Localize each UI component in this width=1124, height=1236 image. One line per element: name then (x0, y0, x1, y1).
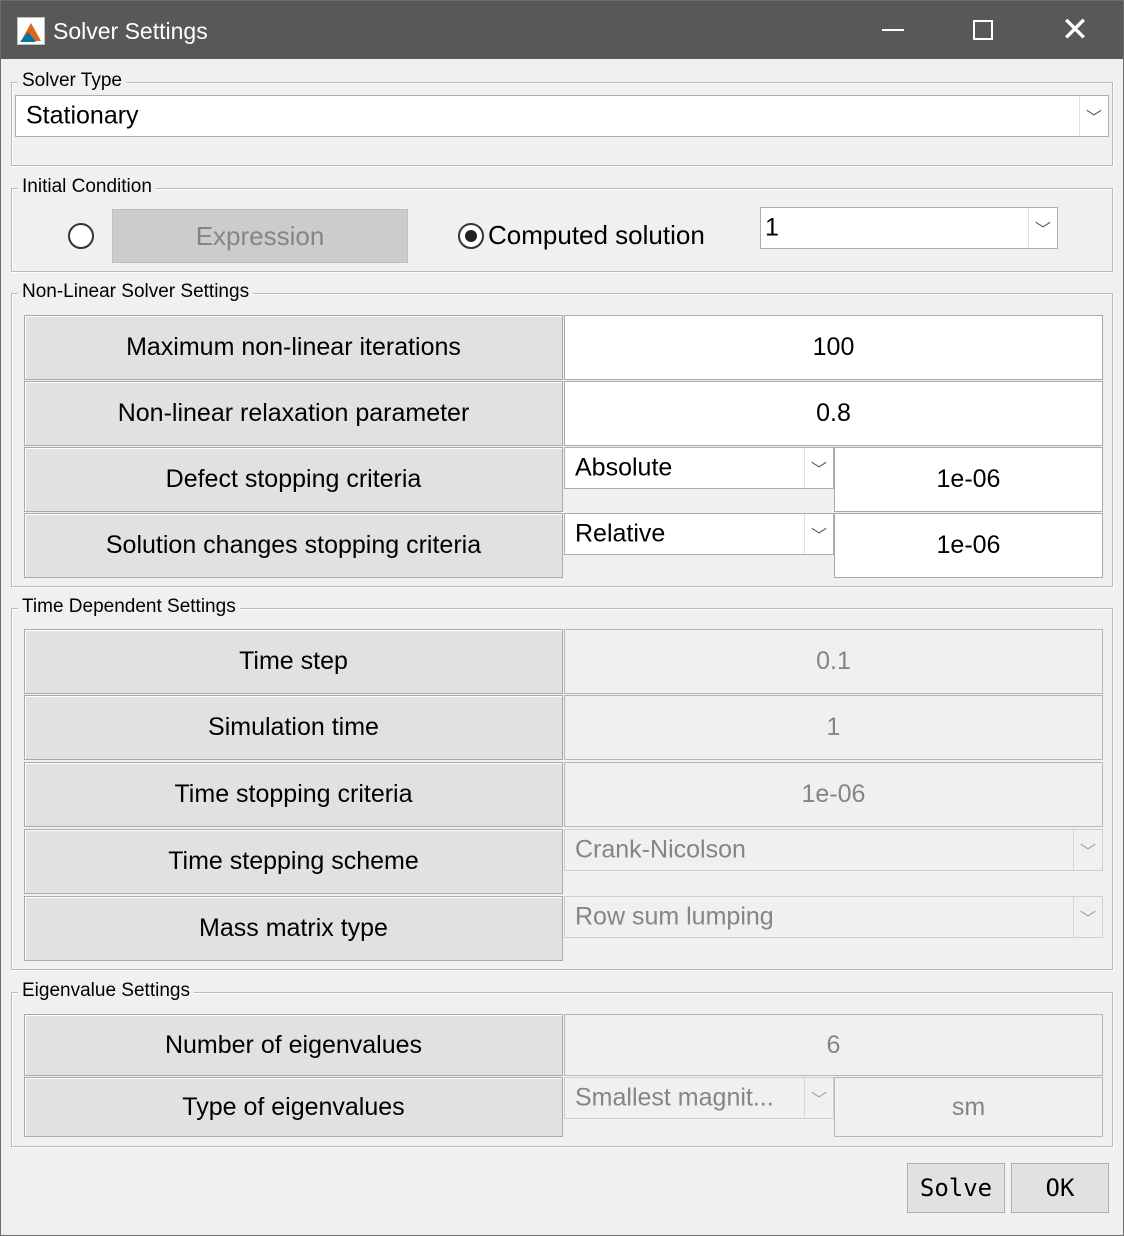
time-stepping-scheme-label: Time stepping scheme (24, 829, 563, 894)
chevron-down-icon: ﹀ (804, 1078, 833, 1118)
nonlinear-legend: Non-Linear Solver Settings (18, 280, 254, 304)
maximize-icon (973, 20, 993, 40)
chevron-down-icon: ﹀ (1079, 96, 1108, 136)
maximize-button[interactable] (937, 1, 1029, 59)
solution-change-stopping-field[interactable]: 1e-06 (834, 513, 1103, 578)
chevron-down-icon: ﹀ (804, 448, 833, 488)
type-of-eigenvalues-label: Type of eigenvalues (24, 1077, 563, 1137)
computed-solution-radio[interactable] (458, 223, 484, 249)
solver-type-legend: Solver Type (18, 69, 126, 93)
simulation-time-field[interactable]: 1 (564, 695, 1103, 760)
max-iterations-label: Maximum non-linear iterations (24, 315, 563, 380)
solver-settings-window: Solver Settings ✕ Solver Type Stationary… (0, 0, 1124, 1236)
number-of-eigenvalues-field[interactable]: 6 (564, 1014, 1103, 1076)
nonlinear-settings-group: Non-Linear Solver Settings Maximum non-l… (11, 280, 1113, 587)
time-dependent-group: Time Dependent Settings Time step 0.1 Si… (11, 595, 1113, 970)
defect-stopping-label: Defect stopping criteria (24, 447, 563, 512)
defect-stopping-mode-select[interactable]: Absolute ﹀ (564, 447, 834, 489)
computed-solution-label[interactable]: Computed solution (488, 220, 705, 251)
minimize-button[interactable] (847, 1, 939, 59)
minimize-icon (882, 29, 904, 31)
eigenvalue-type-value: Smallest magnit... (575, 1083, 774, 1112)
expression-radio[interactable] (68, 223, 94, 249)
max-iterations-field[interactable]: 100 (564, 315, 1103, 380)
solver-type-value: Stationary (26, 101, 139, 130)
eigenvalue-legend: Eigenvalue Settings (18, 979, 194, 1003)
chevron-down-icon: ﹀ (804, 514, 833, 554)
expression-button[interactable]: Expression (112, 209, 408, 263)
solution-change-mode-select[interactable]: Relative ﹀ (564, 513, 834, 555)
defect-stopping-mode-value: Absolute (575, 453, 673, 482)
relaxation-parameter-label: Non-linear relaxation parameter (24, 381, 563, 446)
time-stepping-scheme-value: Crank-Nicolson (575, 835, 746, 864)
eigenvalue-type-select[interactable]: Smallest magnit... ﹀ (564, 1077, 834, 1119)
solution-change-mode-value: Relative (575, 519, 666, 548)
chevron-down-icon: ﹀ (1073, 897, 1102, 937)
ok-button[interactable]: OK (1011, 1163, 1109, 1213)
time-stopping-label: Time stopping criteria (24, 762, 563, 827)
number-of-eigenvalues-label: Number of eigenvalues (24, 1014, 563, 1076)
title-bar[interactable]: Solver Settings ✕ (1, 1, 1123, 59)
simulation-time-label: Simulation time (24, 695, 563, 760)
defect-stopping-field[interactable]: 1e-06 (834, 447, 1103, 512)
initial-condition-legend: Initial Condition (18, 175, 156, 199)
solve-button[interactable]: Solve (907, 1163, 1005, 1213)
chevron-down-icon: ﹀ (1073, 830, 1102, 870)
time-dependent-legend: Time Dependent Settings (18, 595, 240, 619)
time-stepping-scheme-select[interactable]: Crank-Nicolson ﹀ (564, 829, 1103, 871)
relaxation-parameter-field[interactable]: 0.8 (564, 381, 1103, 446)
mass-matrix-type-label: Mass matrix type (24, 896, 563, 961)
chevron-down-icon: ﹀ (1028, 208, 1057, 248)
time-step-field[interactable]: 0.1 (564, 629, 1103, 694)
initial-condition-group: Initial Condition Expression Computed so… (11, 175, 1113, 272)
time-step-label: Time step (24, 629, 563, 694)
time-stopping-field[interactable]: 1e-06 (564, 762, 1103, 827)
computed-solution-select[interactable]: 1 ﹀ (760, 207, 1058, 249)
matlab-app-icon (17, 17, 45, 45)
window-title: Solver Settings (53, 18, 208, 44)
eigenvalue-settings-group: Eigenvalue Settings Number of eigenvalue… (11, 979, 1113, 1147)
eigenvalue-type-field[interactable]: sm (834, 1077, 1103, 1137)
solution-change-stopping-label: Solution changes stopping criteria (24, 513, 563, 578)
close-icon: ✕ (1060, 11, 1090, 49)
mass-matrix-type-value: Row sum lumping (575, 902, 774, 931)
close-button[interactable]: ✕ (1029, 1, 1121, 59)
solver-type-select[interactable]: Stationary ﹀ (15, 95, 1109, 137)
computed-solution-value: 1 (765, 213, 779, 242)
mass-matrix-type-select[interactable]: Row sum lumping ﹀ (564, 896, 1103, 938)
solver-type-group: Solver Type Stationary ﹀ (11, 69, 1113, 166)
